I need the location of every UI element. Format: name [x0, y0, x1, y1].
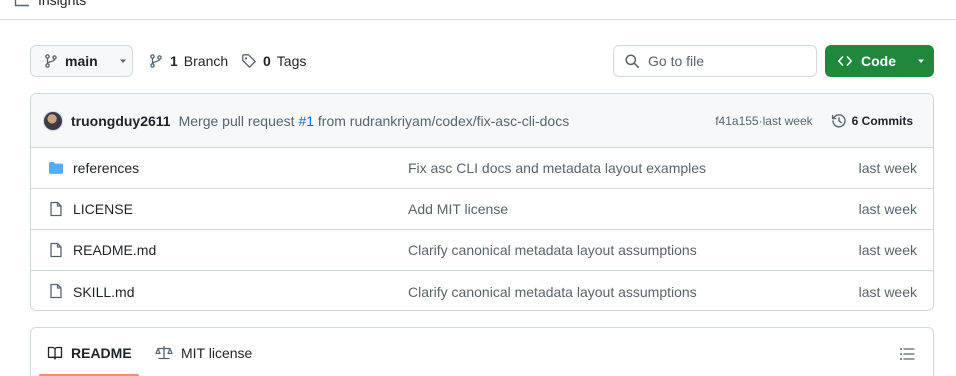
tab-readme[interactable]: README — [47, 328, 132, 376]
commits-count: 6 Commits — [851, 114, 913, 128]
git-branch-icon — [45, 54, 57, 68]
file-commit-message[interactable]: Clarify canonical metadata layout assump… — [408, 284, 697, 300]
commit-message[interactable]: Merge pull request #1 from rudrankriyam/… — [179, 113, 570, 129]
go-to-file-input[interactable]: Go to file — [613, 45, 817, 77]
pr-link[interactable]: #1 — [298, 113, 314, 129]
commit-message-prefix: Merge pull request — [178, 112, 299, 129]
file-name[interactable]: references — [73, 160, 139, 176]
commit-author[interactable]: truongduy2611 — [71, 113, 171, 129]
outline-list-icon[interactable] — [899, 346, 915, 362]
tab-insights[interactable]: Insights — [14, 0, 86, 8]
tab-license[interactable]: MIT license — [155, 328, 252, 376]
file-list: truongduy2611 Merge pull request #1 from… — [30, 93, 934, 311]
file-commit-message[interactable]: Fix asc CLI docs and metadata layout exa… — [408, 160, 706, 176]
law-icon — [155, 345, 173, 360]
tab-license-label: MIT license — [181, 345, 253, 361]
latest-commit-bar: truongduy2611 Merge pull request #1 from… — [31, 94, 933, 148]
caret-down-icon — [119, 59, 126, 63]
avatar[interactable] — [43, 110, 63, 131]
file-date: last week — [858, 160, 917, 176]
code-icon — [838, 56, 852, 66]
tag-label: Tags — [276, 53, 307, 69]
repo-nav-strip: Insights — [0, 0, 956, 20]
folder-icon — [49, 162, 63, 174]
commits-link[interactable]: 6 Commits — [831, 113, 913, 129]
git-branch-icon — [150, 54, 162, 68]
readme-panel: README MIT license — [30, 327, 934, 376]
file-row[interactable]: SKILL.md Clarify canonical metadata layo… — [31, 271, 933, 310]
search-icon — [625, 54, 640, 69]
tab-insights-label: Insights — [38, 0, 87, 8]
tags-link[interactable]: 0 Tags — [241, 45, 306, 77]
graph-icon — [14, 0, 29, 7]
branch-label: Branch — [183, 53, 229, 69]
code-button-label: Code — [861, 53, 896, 69]
branch-select-button[interactable]: main — [30, 45, 133, 77]
file-commit-message[interactable]: Add MIT license — [408, 201, 508, 217]
branches-link[interactable]: 1 Branch — [148, 45, 228, 77]
repo-toolbar: main 1 Branch 0 Tags Go to file Code — [30, 45, 934, 77]
commit-meta: f41a155 · last week 6 Commits — [715, 94, 913, 148]
file-icon — [50, 242, 62, 258]
file-row[interactable]: README.md Clarify canonical metadata lay… — [31, 230, 933, 271]
file-date: last week — [858, 242, 917, 258]
file-name[interactable]: SKILL.md — [73, 284, 134, 300]
file-row[interactable]: references Fix asc CLI docs and metadata… — [31, 148, 933, 189]
file-name[interactable]: README.md — [73, 242, 156, 258]
file-icon — [50, 283, 62, 299]
file-icon — [50, 201, 62, 217]
branch-name: main — [65, 53, 98, 69]
file-commit-message[interactable]: Clarify canonical metadata layout assump… — [408, 242, 697, 258]
file-name[interactable]: LICENSE — [73, 201, 133, 217]
commit-message-suffix: from rudrankriyam/codex/fix-asc-cli-docs — [314, 112, 570, 129]
file-date: last week — [858, 201, 917, 217]
tab-readme-label: README — [71, 345, 132, 361]
history-icon — [831, 114, 846, 128]
book-icon — [47, 346, 63, 360]
caret-down-icon — [918, 59, 924, 63]
file-date: last week — [858, 283, 917, 300]
commit-time: last week — [762, 114, 813, 128]
commit-hash[interactable]: f41a155 — [715, 114, 758, 128]
go-to-file-placeholder: Go to file — [648, 53, 705, 69]
tag-icon — [242, 54, 256, 68]
code-button[interactable]: Code — [825, 45, 934, 77]
file-row[interactable]: LICENSE Add MIT license last week — [31, 189, 933, 230]
branch-count: 1 — [170, 53, 178, 69]
tag-count: 0 — [263, 53, 271, 69]
